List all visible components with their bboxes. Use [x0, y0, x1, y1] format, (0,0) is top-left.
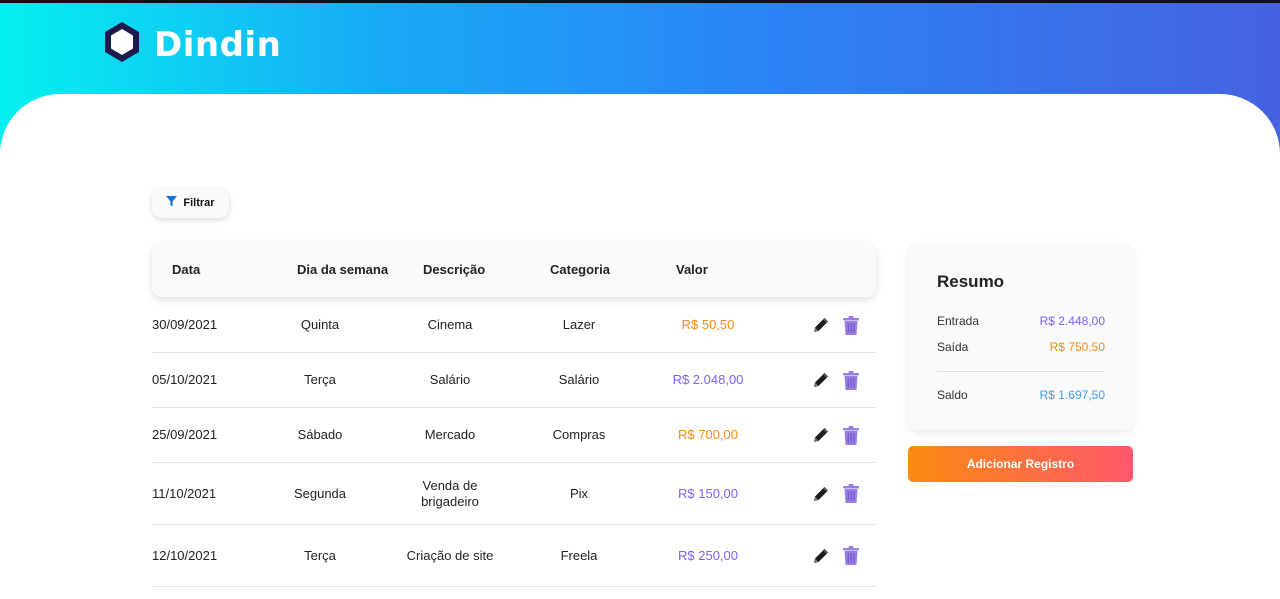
cell-date: 11/10/2021 — [152, 485, 217, 501]
summary-saldo-label: Saldo — [937, 388, 968, 402]
cell-description: Mercado — [424, 427, 476, 442]
cell-weekday: Segunda — [293, 485, 347, 501]
pencil-icon[interactable] — [811, 545, 831, 567]
cell-date: 25/09/2021 — [152, 427, 218, 442]
header-category[interactable]: Categoria — [550, 242, 610, 297]
cell-description: Venda de brigadeiro — [421, 477, 479, 509]
app-title: Dindin — [154, 24, 282, 65]
header-date[interactable]: Data — [172, 242, 200, 297]
cell-category: Pix — [569, 485, 589, 501]
header-value[interactable]: Valor — [676, 242, 708, 297]
summary-saldo-value: R$ 1.697,50 — [1039, 388, 1105, 402]
cell-date: 30/09/2021 — [152, 317, 218, 332]
summary-saida-value: R$ 750,50 — [1049, 340, 1105, 354]
filter-button[interactable]: Filtrar — [152, 188, 229, 218]
table-row: 12/10/2021 Terça Criação de site Freela R$ 2… — [152, 525, 876, 587]
pencil-icon[interactable] — [811, 369, 831, 391]
cell-value: R$ 2.048,00 — [672, 372, 744, 387]
cell-category: Freela — [560, 547, 598, 563]
cell-weekday: Quinta — [300, 317, 340, 332]
cell-date: 05/10/2021 — [152, 372, 218, 387]
summary-saida-label: Saída — [937, 340, 969, 354]
hexagon-icon — [102, 20, 142, 69]
trash-icon[interactable] — [841, 314, 861, 336]
trash-icon[interactable] — [841, 545, 861, 567]
cell-value: R$ 700,00 — [678, 427, 738, 442]
summary-divider — [937, 371, 1105, 372]
table-header: Data Dia da semana Descrição Categoria V… — [152, 242, 876, 297]
filter-label: Filtrar — [183, 197, 215, 209]
cell-weekday: Terça — [304, 547, 336, 563]
summary-entrada-label: Entrada — [937, 314, 980, 328]
table-row: 11/10/2021 Segunda Venda de brigadeiro Pix R… — [152, 463, 876, 525]
pencil-icon[interactable] — [811, 314, 831, 336]
cell-weekday: Sábado — [297, 427, 343, 442]
table-row: 25/09/2021 Sábado Mercado Compras R$ 700,00 — [152, 408, 876, 463]
summary-entrada-value: R$ 2.448,00 — [1039, 314, 1105, 328]
cell-category: Lazer — [562, 317, 596, 332]
summary-card: Resumo Entrada R$ 2.448,00 Saída R$ 750,… — [908, 242, 1133, 430]
summary-title: Resumo — [937, 272, 1005, 291]
cell-description: Criação de site — [406, 547, 494, 563]
cell-value: R$ 150,00 — [678, 485, 738, 501]
trash-icon[interactable] — [841, 424, 861, 446]
header-description[interactable]: Descrição — [423, 242, 485, 297]
app-logo: Dindin — [102, 20, 281, 69]
table-row: 30/09/2021 Quinta Cinema Lazer R$ 50,50 — [152, 298, 876, 353]
cell-date: 12/10/2021 — [152, 547, 218, 563]
header-weekday[interactable]: Dia da semana — [297, 242, 388, 297]
cell-category: Compras — [552, 427, 606, 442]
add-record-button[interactable]: Adicionar Registro — [908, 446, 1133, 482]
cell-value: R$ 250,00 — [678, 547, 738, 563]
pencil-icon[interactable] — [811, 483, 831, 505]
cell-weekday: Terça — [304, 372, 336, 387]
cell-description: Salário — [429, 372, 471, 387]
pencil-icon[interactable] — [811, 424, 831, 446]
cell-description: Cinema — [427, 317, 473, 332]
cell-category: Salário — [558, 372, 600, 387]
trash-icon[interactable] — [841, 483, 861, 505]
cell-value: R$ 50,50 — [681, 317, 735, 332]
trash-icon[interactable] — [841, 369, 861, 391]
table-row: 05/10/2021 Terça Salário Salário R$ 2.048,00 — [152, 353, 876, 408]
filter-icon — [166, 196, 178, 210]
